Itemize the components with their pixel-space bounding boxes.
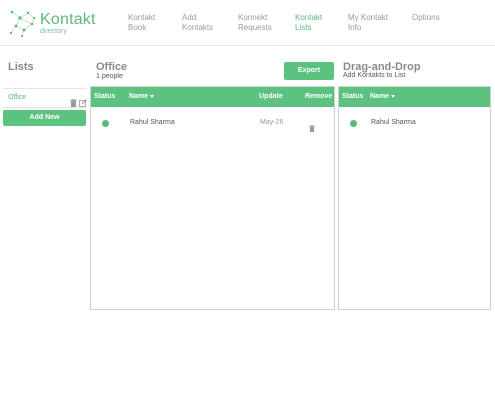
kontakt-lists-page: Kontakt directory Kontakt Book Add Konta… — [0, 0, 495, 400]
brand-name: Kontakt — [40, 11, 96, 28]
nav-options[interactable]: Options — [412, 13, 440, 23]
column-update: Update — [259, 93, 283, 100]
status-online-icon — [102, 120, 109, 127]
table-header: Status Name — [339, 87, 490, 107]
nav-konnekt-requests[interactable]: Konnekt Requests — [238, 13, 272, 33]
trash-icon[interactable] — [70, 94, 78, 107]
status-online-icon — [350, 120, 357, 127]
nav-my-kontakt-info[interactable]: My Kontakt Info — [348, 13, 388, 33]
column-status: Status — [342, 93, 364, 100]
network-logo-icon — [9, 10, 36, 38]
add-new-list-button[interactable]: Add New — [3, 110, 86, 126]
column-name-sort[interactable]: Name — [129, 93, 155, 100]
column-name-label: Name — [370, 93, 390, 100]
drag-drop-subtitle: Add Kontakts to List — [343, 72, 406, 79]
column-name-sort[interactable]: Name — [370, 93, 396, 100]
brand-tagline: directory — [40, 28, 67, 35]
drag-drop-table: Status Name Rahul Sharma — [338, 86, 491, 310]
nav-kontakt-lists[interactable]: Kontakt Lists — [295, 13, 322, 33]
member-name: Rahul Sharma — [130, 119, 175, 126]
column-name-label: Name — [129, 93, 149, 100]
sort-down-icon — [391, 94, 396, 98]
office-members-table: Status Name Update Remove Rahul Sharma M… — [90, 86, 335, 310]
table-header: Status Name Update Remove — [91, 87, 334, 107]
remove-trash-icon[interactable] — [309, 119, 315, 132]
logo[interactable]: Kontakt directory — [8, 8, 108, 38]
office-people-count: 1 people — [96, 73, 123, 80]
edit-icon[interactable] — [79, 94, 87, 107]
export-button[interactable]: Export — [284, 62, 334, 80]
header: Kontakt directory Kontakt Book Add Konta… — [0, 0, 495, 46]
draggable-kontakt-row[interactable]: Rahul Sharma — [339, 113, 490, 133]
column-status: Status — [94, 93, 116, 100]
list-item-label[interactable]: Office — [8, 94, 26, 101]
sort-down-icon — [150, 94, 155, 98]
nav-kontakt-book[interactable]: Kontakt Book — [128, 13, 155, 33]
table-row[interactable]: Rahul Sharma May-26 — [91, 113, 334, 133]
list-item-office[interactable]: Office — [3, 89, 87, 107]
divider — [3, 107, 87, 108]
column-remove: Remove — [305, 93, 333, 100]
member-update-date: May-26 — [260, 119, 284, 126]
kontakt-name: Rahul Sharma — [371, 119, 416, 126]
nav-add-kontakts[interactable]: Add Kontakts — [182, 13, 213, 33]
office-list-title: Office — [96, 61, 128, 73]
lists-heading: Lists — [8, 61, 34, 73]
